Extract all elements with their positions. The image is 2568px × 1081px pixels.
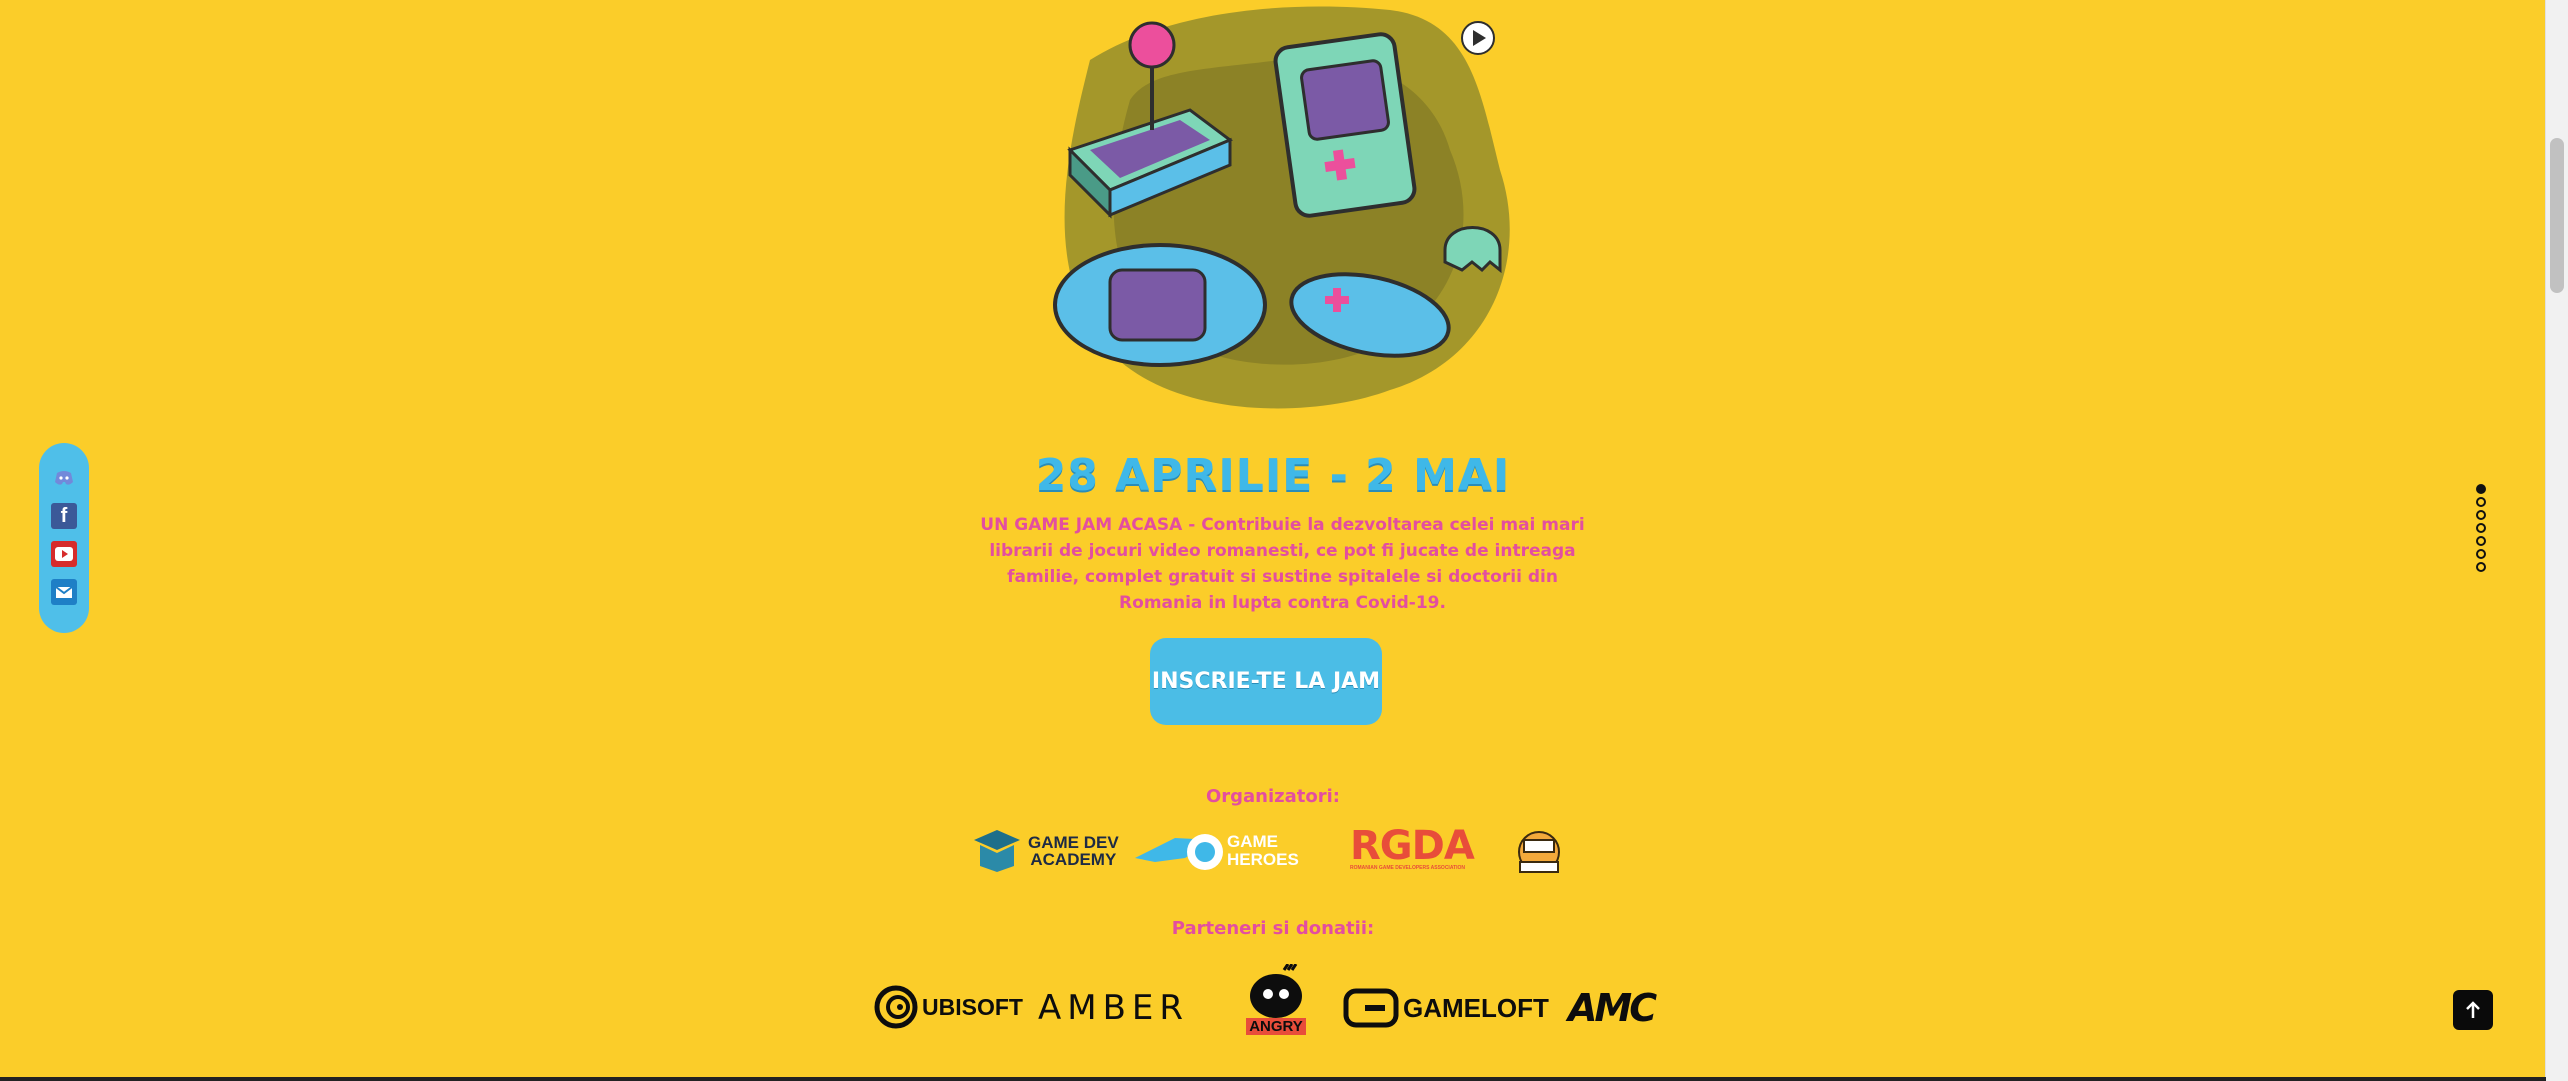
section-dot-1[interactable] [2476,484,2486,494]
social-sidebar: f [39,443,89,633]
gamedev-academy-icon [974,830,1020,872]
gameloft-g-icon [1343,988,1399,1028]
ghost-character [1443,226,1502,274]
section-dot-4[interactable] [2476,523,2486,533]
angry-mascot-icon [1250,964,1302,1018]
youtube-icon [55,547,73,561]
event-date-title: 28 APRILIE - 2 MAI [1035,450,1511,501]
amc-logo[interactable]: AMC [1568,986,1657,1030]
amber-logo[interactable]: AMBER [1038,988,1189,1028]
register-jam-button[interactable]: INSCRIE-TE LA JAM [1150,638,1382,725]
organizers-label: Organizatori: [1205,786,1341,807]
handheld-console [1053,243,1267,367]
discord-icon [55,471,73,485]
rgda-logo[interactable]: RGDA ROMANIAN GAME DEVELOPERS ASSOCIATIO… [1350,823,1475,876]
gameboy-device [1273,32,1417,218]
facebook-link[interactable]: f [51,503,77,529]
gda-line2: ACADEMY [1030,850,1117,869]
event-description: UN GAME JAM ACASA - Contribuie la dezvol… [980,515,1585,613]
page-bottom-border [0,1077,2546,1081]
youtube-link[interactable] [51,541,77,567]
partners-label: Parteneri si donatii: [1171,918,1375,939]
arrow-up-icon [2466,1001,2480,1018]
back-to-top-button[interactable] [2453,990,2493,1030]
scrollbar-thumb[interactable] [2550,138,2564,293]
discord-link[interactable] [51,465,77,491]
section-dot-6[interactable] [2476,549,2486,559]
ubisoft-logo[interactable]: UBISOFT [874,984,1023,1030]
amc-text: AMC [1568,986,1657,1030]
gameloft-logo[interactable]: GAMELOFT [1343,988,1549,1028]
game-heroes-logo[interactable]: GAME HEROES [1135,826,1299,876]
section-dot-3[interactable] [2476,510,2486,520]
rgda-text: RGDA [1350,823,1475,869]
section-dot-5[interactable] [2476,536,2486,546]
section-dots-nav [2476,484,2492,575]
organizer-mascot-logo[interactable] [1512,822,1566,878]
gameloft-text: GAMELOFT [1403,992,1549,1023]
amber-text: AMBER [1038,988,1190,1028]
facebook-icon: f [60,504,68,527]
hero-illustration [1053,6,1510,409]
rgda-subtext: ROMANIAN GAME DEVELOPERS ASSOCIATION [1350,865,1466,871]
game-heroes-icon [1135,834,1223,870]
gda-line1: GAME DEV [1028,833,1119,852]
email-icon [55,586,73,598]
angry-studio-logo[interactable]: ANGRY [1236,964,1316,1044]
email-link[interactable] [51,579,77,605]
gamedev-academy-logo[interactable]: GAME DEV ACADEMY [972,826,1119,876]
ubisoft-text: UBISOFT [922,993,1023,1020]
section-dot-2[interactable] [2476,497,2486,507]
ubisoft-swirl-icon [874,985,918,1029]
gh-line1: GAME [1227,832,1278,851]
angry-text: ANGRY [1246,1018,1306,1035]
section-dot-7[interactable] [2476,562,2486,572]
gh-line2: HEROES [1227,850,1299,869]
